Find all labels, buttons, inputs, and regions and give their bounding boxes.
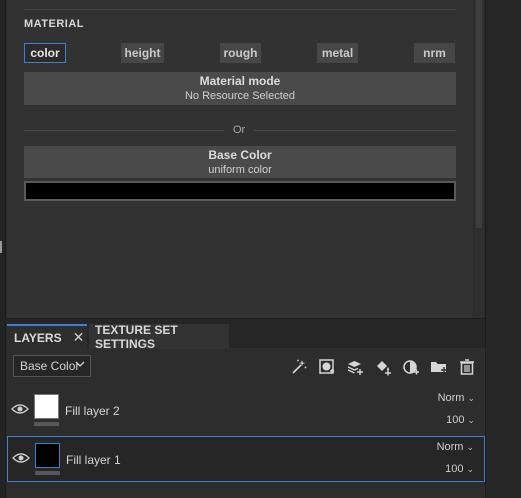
or-label: Or <box>233 124 246 136</box>
blend-mode-dropdown[interactable]: Norm ⌄ <box>438 392 475 404</box>
chevron-down-icon: ⌄ <box>466 464 474 474</box>
opacity-value: 100 <box>445 463 464 475</box>
properties-panel: MATERIAL color height rough metal nrm Ma… <box>7 0 473 318</box>
magic-wand-icon[interactable] <box>289 357 309 377</box>
chevron-down-icon <box>75 359 85 372</box>
blend-mode-value: Norm <box>436 441 464 453</box>
channel-rough-button[interactable]: rough <box>220 43 261 63</box>
section-title: MATERIAL <box>24 18 85 30</box>
layer-row[interactable]: Fill layer 2 Norm ⌄ 100 ⌄ <box>7 388 485 434</box>
channel-height-button[interactable]: height <box>121 43 164 63</box>
material-mode-value: No Resource Selected <box>184 90 296 102</box>
add-effect-icon[interactable] <box>401 357 421 377</box>
channel-nrm-button[interactable]: nrm <box>414 43 455 63</box>
base-color-mode: uniform color <box>208 164 272 176</box>
layer-mask-bar <box>34 422 59 426</box>
opacity-dropdown[interactable]: 100 ⌄ <box>446 414 475 426</box>
right-dock-strip <box>485 0 521 498</box>
tab-texture-set-settings[interactable]: TEXTURE SET SETTINGS <box>89 322 229 351</box>
add-mask-icon[interactable] <box>317 357 337 377</box>
layer-thumbnail[interactable] <box>34 394 59 419</box>
tab-layers[interactable]: LAYERS ✕ <box>7 324 87 349</box>
delete-icon[interactable] <box>457 357 477 377</box>
base-color-title: Base Color <box>208 148 272 162</box>
channel-dropdown[interactable]: Base Color <box>13 355 91 377</box>
opacity-dropdown[interactable]: 100 ⌄ <box>445 463 474 475</box>
layers-panel: LAYERS ✕ TEXTURE SET SETTINGS Base Color <box>7 318 485 498</box>
divider <box>24 130 224 131</box>
material-mode-button[interactable]: Material mode No Resource Selected <box>24 72 456 105</box>
chevron-down-icon: ⌄ <box>466 442 474 452</box>
add-layer-icon[interactable] <box>345 357 365 377</box>
base-color-swatch[interactable] <box>24 181 456 201</box>
chevron-down-icon: ⌄ <box>467 415 475 425</box>
channel-metal-button[interactable]: metal <box>317 43 358 63</box>
blend-mode-dropdown[interactable]: Norm ⌄ <box>437 441 474 453</box>
app-window: MATERIAL color height rough metal nrm Ma… <box>0 0 521 498</box>
tab-texture-set-settings-label: TEXTURE SET SETTINGS <box>95 322 178 351</box>
layer-thumbnail[interactable] <box>35 443 60 468</box>
layer-name[interactable]: Fill layer 2 <box>65 404 120 418</box>
tab-layers-label: LAYERS <box>14 330 62 345</box>
add-folder-icon[interactable] <box>429 357 449 377</box>
properties-scrollbar[interactable] <box>474 0 484 318</box>
blend-mode-value: Norm <box>437 392 465 404</box>
channel-dropdown-value: Base Color <box>20 359 80 373</box>
base-color-header: Base Color uniform color <box>24 146 456 178</box>
divider <box>254 130 456 131</box>
channel-color-button[interactable]: color <box>24 43 66 63</box>
add-fill-icon[interactable] <box>373 357 393 377</box>
eye-icon[interactable] <box>12 451 30 465</box>
layer-row-selected[interactable]: Fill layer 1 Norm ⌄ 100 ⌄ <box>7 436 485 482</box>
left-dock-strip <box>0 0 6 498</box>
material-mode-title: Material mode <box>199 74 281 88</box>
divider <box>24 9 456 10</box>
layer-mask-bar <box>35 471 60 475</box>
eye-icon[interactable] <box>11 402 29 416</box>
scrollbar-thumb[interactable] <box>476 0 482 228</box>
chevron-down-icon: ⌄ <box>467 393 475 403</box>
dock-handle[interactable] <box>0 241 2 253</box>
opacity-value: 100 <box>446 414 465 426</box>
close-icon[interactable]: ✕ <box>73 329 85 346</box>
layers-toolbar: Base Color <box>7 348 485 386</box>
panel-tabs: LAYERS ✕ TEXTURE SET SETTINGS <box>7 318 485 351</box>
layer-name[interactable]: Fill layer 1 <box>66 453 121 467</box>
